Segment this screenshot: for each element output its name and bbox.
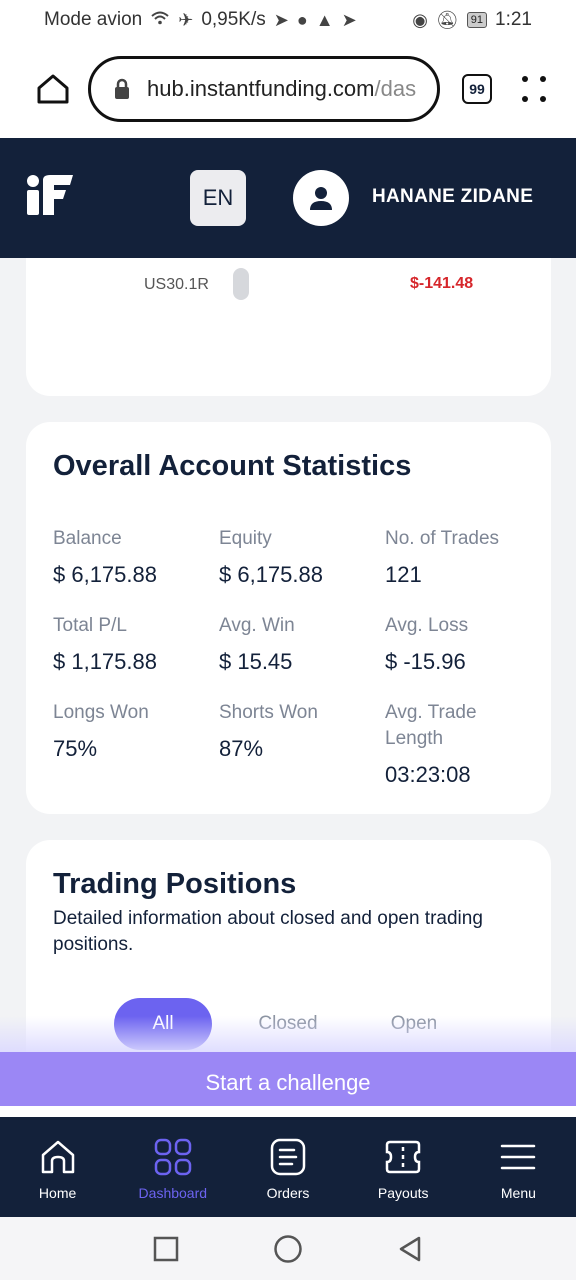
- stat-label: Avg. Loss: [385, 615, 469, 636]
- user-name[interactable]: HANANE ZIDANE: [372, 186, 533, 208]
- stat-label: Avg. Trade Length: [385, 702, 477, 749]
- stat-value: 03:23:08: [385, 762, 471, 787]
- browser-toolbar: hub.instantfunding.com/das 99: [0, 40, 576, 138]
- main-content[interactable]: US30.1R $-141.48 Overall Account Statist…: [0, 258, 576, 1052]
- stat-avg-win: Avg. Win $ 15.45: [219, 613, 369, 675]
- stat-value: 87%: [219, 736, 264, 761]
- stat-total-pl: Total P/L $ 1,175.88: [53, 613, 203, 675]
- stat-value: $ 1,175.88: [53, 649, 157, 674]
- nav-home[interactable]: Home: [0, 1117, 115, 1217]
- stat-value: $ 6,175.88: [219, 562, 323, 587]
- stat-value: 121: [385, 562, 422, 587]
- account-statistics-card: Overall Account Statistics Balance $ 6,1…: [26, 422, 551, 814]
- stats-title: Overall Account Statistics: [53, 450, 412, 482]
- stat-label: No. of Trades: [385, 528, 500, 549]
- stat-longs-won: Longs Won 75%: [53, 700, 203, 762]
- stat-shorts-won: Shorts Won 87%: [219, 700, 369, 762]
- avatar[interactable]: [293, 170, 349, 226]
- stat-label: Total P/L: [53, 615, 127, 636]
- stat-label: Longs Won: [53, 702, 149, 723]
- stat-label: Equity: [219, 528, 272, 549]
- tab-switcher-button[interactable]: 99: [462, 74, 492, 104]
- dashboard-icon: [154, 1138, 192, 1176]
- system-navigation: [0, 1217, 576, 1280]
- lock-icon: [115, 78, 129, 99]
- snapchat-icon: ▲: [315, 9, 334, 30]
- url-domain: hub.instantfunding.com: [147, 76, 375, 101]
- browser-home-icon[interactable]: [36, 72, 70, 106]
- back-icon[interactable]: [397, 1235, 423, 1263]
- stat-value: $ -15.96: [385, 649, 466, 674]
- stat-value: 75%: [53, 736, 98, 761]
- home-circle-icon[interactable]: [273, 1234, 303, 1264]
- stat-avg-trade-length: Avg. Trade Length 03:23:08: [385, 700, 515, 788]
- status-bar: Mode avion ✈ 0,95K/s ➤ ● ▲ ➤ ◉ 🔕︎ 91 1:2…: [0, 0, 576, 40]
- recent-apps-icon[interactable]: [153, 1236, 179, 1262]
- user-icon: [310, 187, 332, 210]
- positions-title: Trading Positions: [53, 868, 297, 900]
- start-challenge-button[interactable]: Start a challenge: [0, 1052, 576, 1114]
- nav-label: Orders: [266, 1185, 310, 1201]
- nav-label: Payouts: [377, 1185, 429, 1201]
- scroll-fade: [0, 1016, 576, 1052]
- network-speed: 0,95K/s: [201, 9, 266, 30]
- stat-equity: Equity $ 6,175.88: [219, 526, 369, 588]
- battery-icon: 91: [466, 12, 488, 28]
- scroll-indicator: [233, 268, 249, 300]
- instant-funding-logo[interactable]: [26, 174, 74, 216]
- home-icon: [41, 1140, 74, 1174]
- language-button[interactable]: EN: [190, 170, 246, 226]
- stat-avg-loss: Avg. Loss $ -15.96: [385, 613, 535, 675]
- telegram-icon: ➤: [273, 9, 289, 30]
- stat-label: Avg. Win: [219, 615, 295, 636]
- stat-no-of-trades: No. of Trades 121: [385, 526, 535, 588]
- positions-subtitle: Detailed information about closed and op…: [53, 908, 483, 955]
- nav-label: Dashboard: [138, 1185, 208, 1201]
- nav-payouts[interactable]: Payouts: [346, 1117, 461, 1217]
- nav-menu[interactable]: Menu: [461, 1117, 576, 1217]
- url-path: /das: [374, 76, 417, 101]
- payouts-icon: [385, 1140, 421, 1174]
- position-pnl: $-141.48: [410, 275, 474, 292]
- clock: 1:21: [495, 9, 532, 30]
- stat-value: $ 6,175.88: [53, 562, 157, 587]
- menu-icon: [501, 1144, 536, 1170]
- positions-table-card: US30.1R $-141.48: [26, 258, 551, 396]
- orders-icon: [270, 1138, 306, 1176]
- muted-bell-icon: 🔕︎: [435, 9, 459, 30]
- more-options-icon[interactable]: [522, 76, 546, 102]
- stat-label: Balance: [53, 528, 122, 549]
- status-mode-text: Mode avion: [44, 9, 143, 30]
- nav-dashboard[interactable]: Dashboard: [115, 1117, 230, 1217]
- eye-icon: ◉: [412, 9, 428, 30]
- telegram-icon-2: ➤: [341, 9, 357, 30]
- nav-label: Home: [38, 1185, 77, 1201]
- stat-value: $ 15.45: [219, 649, 293, 674]
- address-bar[interactable]: hub.instantfunding.com/das: [88, 56, 440, 122]
- app-header: EN HANANE ZIDANE: [0, 138, 576, 258]
- url-text: hub.instantfunding.com/das: [147, 76, 416, 102]
- wifi-icon: [150, 10, 170, 31]
- position-symbol: US30.1R: [144, 276, 209, 293]
- stat-balance: Balance $ 6,175.88: [53, 526, 203, 588]
- stat-label: Shorts Won: [219, 702, 318, 723]
- airplane-icon: ✈: [178, 9, 194, 30]
- facebook-icon: ●: [296, 9, 308, 30]
- bottom-navigation: Home Dashboard Orders Payouts Menu: [0, 1117, 576, 1217]
- nav-orders[interactable]: Orders: [230, 1117, 345, 1217]
- nav-label: Menu: [500, 1185, 536, 1201]
